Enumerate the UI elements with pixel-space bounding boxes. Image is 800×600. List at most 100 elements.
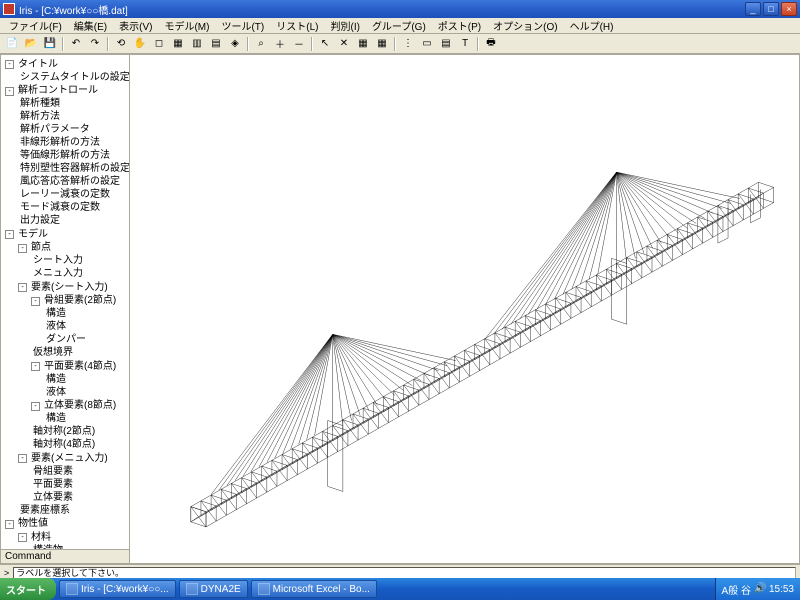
tree-toggle[interactable]: - bbox=[18, 454, 27, 463]
tree-item[interactable]: 非線形解析の方法 bbox=[18, 137, 102, 149]
tree-toggle[interactable]: - bbox=[31, 362, 40, 371]
tree-item[interactable]: システムタイトルの設定 bbox=[18, 72, 129, 84]
tree-item[interactable]: 平面要素(4節点) bbox=[42, 361, 118, 373]
menu-item[interactable]: ツール(T) bbox=[216, 17, 269, 34]
zoom-out-button[interactable]: － bbox=[290, 36, 308, 52]
tree-item[interactable]: 風応答応答解析の設定 bbox=[18, 176, 122, 188]
undo-button[interactable]: ↶ bbox=[67, 36, 85, 52]
tree-item[interactable]: 構造 bbox=[44, 374, 68, 386]
zoom-in-button[interactable]: ＋ bbox=[271, 36, 289, 52]
tree-item[interactable]: 要素(メニュ入力) bbox=[29, 453, 110, 465]
clock[interactable]: 15:53 bbox=[769, 584, 794, 595]
tree-item[interactable]: モード減衰の定数 bbox=[18, 202, 102, 214]
tree-item[interactable]: 解析コントロール bbox=[16, 85, 100, 97]
menu-item[interactable]: 表示(V) bbox=[114, 17, 157, 34]
view-yz-button[interactable]: ▤ bbox=[207, 36, 225, 52]
tree-item[interactable]: シート入力 bbox=[31, 255, 85, 267]
menu-item[interactable]: ファイル(F) bbox=[4, 17, 67, 34]
taskbar-task[interactable]: DYNA2E bbox=[179, 580, 248, 598]
zoom-window-button[interactable]: ⌕ bbox=[252, 36, 270, 52]
tree-item[interactable]: 液体 bbox=[44, 387, 68, 399]
pan-button[interactable]: ✋ bbox=[131, 36, 149, 52]
tree-item[interactable]: 構造 bbox=[44, 308, 68, 320]
tree-item[interactable]: 骨組要素(2節点) bbox=[42, 295, 118, 307]
maximize-button[interactable]: □ bbox=[763, 2, 779, 16]
tree-item[interactable]: 解析パラメータ bbox=[18, 124, 92, 136]
view-xz-button[interactable]: ▥ bbox=[188, 36, 206, 52]
minimize-button[interactable]: _ bbox=[745, 2, 761, 16]
tree-item[interactable]: 立体要素(8節点) bbox=[42, 400, 118, 412]
tree-item[interactable]: 仮想境界 bbox=[31, 347, 75, 359]
taskbar-task[interactable]: Iris - [C:¥work¥○○... bbox=[59, 580, 176, 598]
menu-item[interactable]: リスト(L) bbox=[271, 17, 323, 34]
menu-item[interactable]: 判別(I) bbox=[325, 17, 364, 34]
fit-button[interactable]: ◻ bbox=[150, 36, 168, 52]
tray-icon[interactable]: 🔊 bbox=[754, 583, 766, 595]
tree-item[interactable]: 平面要素 bbox=[31, 479, 75, 491]
tree-item[interactable]: メニュ入力 bbox=[31, 268, 85, 280]
close-button[interactable]: × bbox=[781, 2, 797, 16]
tree-item[interactable]: 節点 bbox=[29, 242, 53, 254]
menu-item[interactable]: ポスト(P) bbox=[433, 17, 486, 34]
view-iso-button[interactable]: ◈ bbox=[226, 36, 244, 52]
redo-button[interactable]: ↷ bbox=[86, 36, 104, 52]
menu-item[interactable]: ヘルプ(H) bbox=[565, 17, 619, 34]
tree-item[interactable]: 要素座標系 bbox=[18, 505, 72, 517]
save-button[interactable]: 💾 bbox=[41, 36, 59, 52]
tree-toggle[interactable]: - bbox=[18, 533, 27, 542]
tree-item[interactable]: 解析種類 bbox=[18, 98, 62, 110]
tree-toggle[interactable]: - bbox=[18, 244, 27, 253]
tree-item[interactable]: 要素(シート入力) bbox=[29, 282, 110, 294]
grid2-button[interactable]: ▦ bbox=[373, 36, 391, 52]
tree-item[interactable]: 軸対称(4節点) bbox=[31, 439, 97, 451]
show-elements-button[interactable]: ▭ bbox=[418, 36, 436, 52]
tree-item[interactable]: 構造 bbox=[44, 413, 68, 425]
app-icon bbox=[3, 3, 15, 15]
start-button[interactable]: スタート bbox=[0, 578, 56, 600]
tree-item[interactable]: 解析方法 bbox=[18, 111, 62, 123]
grid-button[interactable]: ▦ bbox=[354, 36, 372, 52]
tree-toggle[interactable]: - bbox=[31, 402, 40, 411]
ime-indicator[interactable]: A般 谷 bbox=[722, 582, 751, 597]
system-tray[interactable]: A般 谷 🔊 15:53 bbox=[715, 578, 800, 600]
command-input[interactable] bbox=[13, 567, 796, 579]
tree-item[interactable]: ダンパー bbox=[44, 334, 88, 346]
tree-item[interactable]: 等価線形解析の方法 bbox=[18, 150, 112, 162]
new-button[interactable]: 📄 bbox=[3, 36, 21, 52]
tree-toggle[interactable]: - bbox=[5, 520, 14, 529]
show-nodes-button[interactable]: ⋮ bbox=[399, 36, 417, 52]
menu-item[interactable]: オプション(O) bbox=[488, 17, 562, 34]
tree-item[interactable]: モデル bbox=[16, 229, 50, 241]
menu-item[interactable]: モデル(M) bbox=[159, 17, 214, 34]
tree-toggle[interactable]: - bbox=[5, 87, 14, 96]
tree-item[interactable]: 材料 bbox=[29, 532, 53, 544]
tree-item[interactable]: 軸対称(2節点) bbox=[31, 426, 97, 438]
tree-toggle[interactable]: - bbox=[5, 60, 14, 69]
select-button[interactable]: ↖ bbox=[316, 36, 334, 52]
menu-item[interactable]: グループ(G) bbox=[367, 17, 431, 34]
tree-item[interactable]: タイトル bbox=[16, 59, 60, 71]
tree-item[interactable]: レーリー減衰の定数 bbox=[18, 189, 112, 201]
print-button[interactable]: 🖶 bbox=[482, 36, 500, 52]
deselect-button[interactable]: ✕ bbox=[335, 36, 353, 52]
tree-toggle[interactable]: - bbox=[5, 230, 14, 239]
tree-item[interactable]: 液体 bbox=[44, 321, 68, 333]
taskbar-task[interactable]: Microsoft Excel - Bo... bbox=[251, 580, 377, 598]
tree-toggle[interactable]: - bbox=[18, 283, 27, 292]
rotate-view-button[interactable]: ⟲ bbox=[112, 36, 130, 52]
tree-item[interactable]: 出力設定 bbox=[18, 215, 62, 227]
tree-item[interactable]: 特別塑性容器解析の設定 bbox=[18, 163, 129, 175]
viewport-3d[interactable] bbox=[130, 54, 800, 564]
command-prompt-label: > bbox=[4, 568, 9, 578]
tree-item[interactable]: 物性値 bbox=[16, 518, 50, 530]
open-button[interactable]: 📂 bbox=[22, 36, 40, 52]
text-button[interactable]: T bbox=[456, 36, 474, 52]
model-tree[interactable]: -タイトルシステムタイトルの設定-解析コントロール解析種類解析方法解析パラメータ… bbox=[1, 55, 129, 549]
tree-item[interactable]: 立体要素 bbox=[31, 492, 75, 504]
tree-toggle[interactable]: - bbox=[31, 297, 40, 306]
show-labels-button[interactable]: ▤ bbox=[437, 36, 455, 52]
view-xy-button[interactable]: ▦ bbox=[169, 36, 187, 52]
tree-item[interactable]: 骨組要素 bbox=[31, 466, 75, 478]
command-tab[interactable]: Command bbox=[1, 549, 129, 563]
menu-item[interactable]: 編集(E) bbox=[69, 17, 112, 34]
